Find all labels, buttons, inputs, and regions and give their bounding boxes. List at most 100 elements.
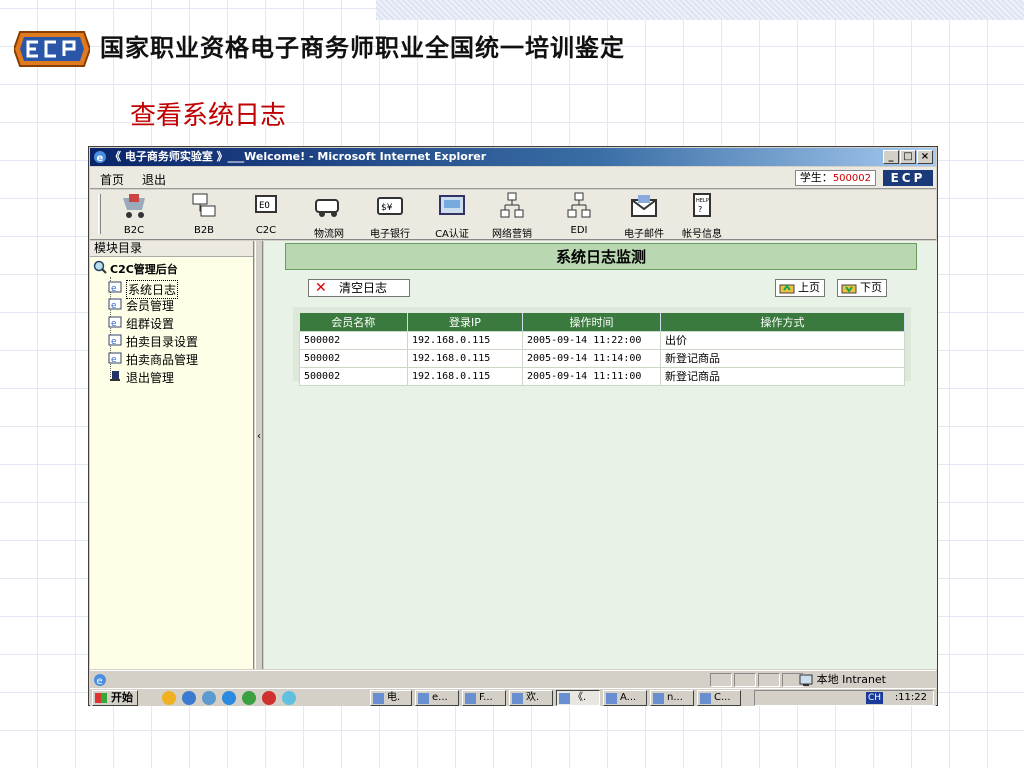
email-icon	[631, 195, 657, 217]
b2b-network-icon	[192, 193, 216, 217]
toolbar-label: B2C	[123, 225, 145, 236]
maximize-button[interactable]: □	[900, 150, 916, 164]
sidebar-item-auction-goods[interactable]: 拍卖商品管理	[126, 351, 198, 368]
task-label: e...	[432, 692, 448, 703]
toolbar-label: 电子银行	[370, 229, 410, 240]
exit-door-icon	[110, 371, 120, 381]
quicklaunch-app-icon[interactable]	[242, 691, 256, 705]
minimize-button[interactable]: _	[883, 150, 899, 164]
task-button[interactable]: A...	[603, 690, 647, 706]
collapse-arrow-icon[interactable]: ‹	[257, 431, 261, 442]
quicklaunch-browser-icon[interactable]	[222, 691, 236, 705]
cell-time: 2005-09-14 11:11:00	[522, 366, 661, 386]
page-heading: 系统日志监测	[285, 243, 917, 270]
marketing-icon	[500, 192, 524, 218]
task-label: 电.	[387, 692, 401, 703]
student-id-box: 学生：500002	[794, 170, 876, 186]
toolbar-ebank[interactable]: $¥ 电子银行	[361, 192, 419, 240]
menubar: 首页 退出 学生：500002 ECP	[90, 167, 936, 189]
task-icon	[700, 693, 711, 704]
toolbar-b2b[interactable]: B2B	[175, 192, 233, 236]
frame-splitter[interactable]: ‹	[255, 241, 263, 669]
bank-icon: $¥	[377, 197, 403, 215]
task-icon	[418, 693, 429, 704]
toolbar-b2c[interactable]: B2C	[105, 192, 163, 236]
toolbar-email[interactable]: 电子邮件	[615, 192, 673, 240]
prev-page-button[interactable]: 上页	[775, 279, 825, 297]
task-button[interactable]: C...	[697, 690, 741, 706]
ie-page-icon: e	[108, 334, 122, 346]
ie-page-icon: e	[108, 316, 122, 328]
toolbar-label: 网络营销	[492, 229, 532, 240]
toolbar-logistics[interactable]: 物流网	[300, 192, 358, 240]
student-id: 500002	[832, 173, 871, 184]
log-table: 会员名称 登录IP 操作时间 操作方式 500002 192.168.0.115…	[299, 313, 905, 386]
module-toolbar: B2C B2B EO C2C 物流网 $¥ 电子银行 CA认证 网络营销 EDI	[90, 190, 936, 240]
window-titlebar[interactable]: e 《 电子商务师实验室 》___Welcome! - Microsoft In…	[90, 148, 936, 166]
toolbar-marketing[interactable]: 网络营销	[483, 192, 541, 240]
sidebar-item-members[interactable]: 会员管理	[126, 297, 174, 314]
toolbar-grip[interactable]	[98, 194, 101, 234]
zone-label: 本地 Intranet	[816, 673, 886, 686]
sidebar-root[interactable]: C2C管理后台	[110, 261, 178, 277]
help-account-icon: HELP?	[693, 193, 711, 217]
toolbar-c2c[interactable]: EO C2C	[237, 192, 295, 236]
start-button[interactable]: 开始	[92, 690, 138, 706]
cell-member: 500002	[299, 366, 408, 386]
window-title: 《 电子商务师实验室 》___Welcome! - Microsoft Inte…	[110, 150, 487, 163]
toolbar-label: 物流网	[314, 229, 344, 240]
folder-up-icon	[779, 284, 795, 294]
quicklaunch-desktop-icon[interactable]	[162, 691, 176, 705]
task-label: 欢.	[526, 692, 540, 703]
task-button[interactable]: F...	[462, 690, 506, 706]
clear-log-label: 清空日志	[339, 281, 388, 295]
status-cell	[710, 673, 732, 687]
task-button[interactable]: n...	[650, 690, 694, 706]
menu-logout[interactable]: 退出	[142, 171, 166, 188]
taskbar: 开始 电. e... F... 欢. 《. A... n... C... CH …	[90, 688, 936, 706]
toolbar-label: C2C	[255, 225, 277, 236]
next-page-button[interactable]: 下页	[837, 279, 887, 297]
svg-text:?: ?	[698, 205, 702, 214]
sidebar-item-exit[interactable]: 退出管理	[126, 369, 174, 386]
security-zone: 本地 Intranet	[797, 673, 886, 687]
menu-home[interactable]: 首页	[100, 171, 124, 188]
status-cell	[758, 673, 780, 687]
cell-ip: 192.168.0.115	[407, 330, 523, 350]
svg-text:e: e	[111, 284, 117, 293]
svg-text:HELP: HELP	[696, 198, 709, 204]
toolbar-ca[interactable]: CA认证	[423, 192, 481, 240]
tray-clock: :11:22	[894, 692, 927, 703]
clear-log-button[interactable]: ✕ 清空日志	[308, 279, 410, 297]
svg-text:e: e	[111, 355, 117, 364]
toolbar-edi[interactable]: EDI	[550, 192, 608, 236]
cell-action: 新登记商品	[660, 366, 905, 386]
task-button-active[interactable]: 《.	[556, 690, 600, 706]
sidebar-item-auction-catalog[interactable]: 拍卖目录设置	[126, 333, 198, 350]
task-button[interactable]: e...	[415, 690, 459, 706]
quicklaunch-ie-icon[interactable]	[202, 691, 216, 705]
cell-action: 出价	[660, 330, 905, 350]
col-action: 操作方式	[660, 313, 905, 331]
folder-down-icon	[841, 284, 857, 294]
toolbar-account[interactable]: HELP? 帐号信息	[673, 192, 731, 240]
sidebar-item-groups[interactable]: 组群设置	[126, 315, 174, 332]
next-page-label: 下页	[860, 281, 882, 294]
sidebar-header: 模块目录	[90, 241, 253, 257]
close-button[interactable]: ×	[917, 150, 933, 164]
status-cell	[734, 673, 756, 687]
truck-icon	[315, 199, 339, 217]
quicklaunch-media-icon[interactable]	[282, 691, 296, 705]
task-icon	[559, 693, 570, 704]
task-button[interactable]: 电.	[370, 690, 412, 706]
ie-status-icon: e	[94, 674, 106, 687]
quicklaunch-flash-icon[interactable]	[262, 691, 276, 705]
task-icon	[373, 693, 384, 704]
cell-member: 500002	[299, 330, 408, 350]
input-language[interactable]: CH	[865, 692, 883, 704]
task-button[interactable]: 欢.	[509, 690, 553, 706]
quicklaunch-outlook-icon[interactable]	[182, 691, 196, 705]
status-bar: e 本地 Intranet	[90, 670, 936, 688]
intranet-icon	[799, 674, 813, 686]
task-icon	[465, 693, 476, 704]
